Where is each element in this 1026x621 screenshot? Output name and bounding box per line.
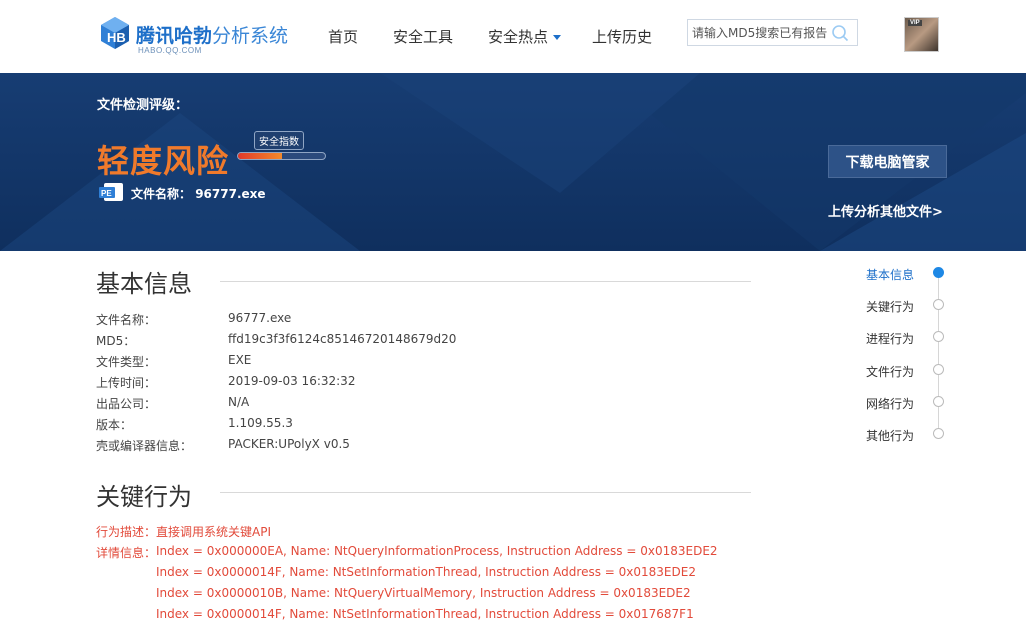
nav-security-tools[interactable]: 安全工具 <box>393 26 453 47</box>
search-icon[interactable] <box>831 24 849 42</box>
pe-file-icon: PE <box>99 183 123 201</box>
svg-text:PE: PE <box>101 189 112 198</box>
md5-search-input[interactable] <box>688 20 828 45</box>
side-nav-dot[interactable] <box>933 299 944 310</box>
side-nav-dot-active[interactable] <box>933 267 944 278</box>
behavior-detail-line: Index = 0x000000EA, Name: NtQueryInforma… <box>156 544 718 558</box>
info-key: 上传时间： <box>96 376 157 390</box>
basic-info-title: 基本信息 <box>96 270 192 298</box>
side-nav-dot[interactable] <box>933 331 944 342</box>
side-nav-key-behavior[interactable]: 关键行为 <box>866 298 914 315</box>
info-value: 96777.exe <box>228 311 292 325</box>
md5-search-box <box>687 19 858 46</box>
behavior-detail-line: Index = 0x0000010B, Name: NtQueryVirtual… <box>156 586 691 600</box>
info-key: MD5： <box>96 334 136 348</box>
safety-index-fill <box>238 153 282 159</box>
info-value: N/A <box>228 395 250 409</box>
vip-badge: VIP <box>908 20 922 26</box>
info-value: ffd19c3f3f6124c85146720148679d20 <box>228 332 457 346</box>
info-value: 2019-09-03 16:32:32 <box>228 374 356 388</box>
info-key: 版本： <box>96 418 133 432</box>
side-nav-track <box>938 272 939 434</box>
nav-security-hotspots-label: 安全热点 <box>488 28 549 46</box>
logo-title-sub: 分析系统 <box>212 25 289 47</box>
risk-level: 轻度风险 <box>97 142 230 180</box>
logo-domain: HABO.QQ.COM <box>138 46 202 55</box>
side-nav-dot[interactable] <box>933 396 944 407</box>
behavior-desc-label: 行为描述： <box>96 525 157 539</box>
user-avatar[interactable]: VIP <box>904 17 939 52</box>
side-nav-file-behavior[interactable]: 文件行为 <box>866 363 914 380</box>
info-key: 文件名称： <box>96 313 157 327</box>
upload-other-file-link[interactable]: 上传分析其他文件> <box>828 201 943 220</box>
nav-security-hotspots[interactable]: 安全热点 <box>488 26 562 47</box>
behavior-desc-value: 直接调用系统关键API <box>156 525 271 539</box>
key-behavior-divider <box>220 492 751 493</box>
download-pc-manager-button[interactable]: 下载电脑管家 <box>828 145 947 178</box>
info-value: EXE <box>228 353 252 367</box>
safety-index-badge: 安全指数 <box>254 131 304 150</box>
info-value: 1.109.55.3 <box>228 416 293 430</box>
behavior-detail-line: Index = 0x0000014F, Name: NtSetInformati… <box>156 565 696 579</box>
info-key: 文件类型： <box>96 355 157 369</box>
safety-index-bar <box>237 152 326 160</box>
nav-upload-history[interactable]: 上传历史 <box>592 26 652 47</box>
nav-home[interactable]: 首页 <box>328 26 358 47</box>
side-nav-process-behavior[interactable]: 进程行为 <box>866 330 914 347</box>
behavior-detail-line: Index = 0x0000014F, Name: NtSetInformati… <box>156 607 694 621</box>
logo-title-main: 腾讯哈勃 <box>136 25 213 47</box>
rating-banner: 文件检测评级： 轻度风险 安全指数 PE 文件名称： 96777.exe 下载电… <box>0 73 1026 251</box>
side-nav-basic-info[interactable]: 基本信息 <box>866 266 914 283</box>
behavior-detail-label: 详情信息： <box>96 546 157 560</box>
chevron-down-icon <box>553 35 562 40</box>
logo-title: 腾讯哈勃分析系统 <box>136 21 288 48</box>
top-header: HB 腾讯哈勃分析系统 HABO.QQ.COM 首页 安全工具 安全热点 上传历… <box>0 0 1026 73</box>
rating-label: 文件检测评级： <box>97 98 189 113</box>
banner-file-name-label: 文件名称： <box>131 187 192 201</box>
habo-logo[interactable]: HB 腾讯哈勃分析系统 HABO.QQ.COM <box>98 14 298 58</box>
banner-file-name-value: 96777.exe <box>195 187 266 201</box>
info-key: 出品公司： <box>96 397 157 411</box>
info-value: PACKER:UPolyX v0.5 <box>228 437 350 451</box>
side-nav-other-behavior[interactable]: 其他行为 <box>866 427 914 444</box>
side-nav-dot[interactable] <box>933 364 944 375</box>
side-nav-network-behavior[interactable]: 网络行为 <box>866 395 914 412</box>
habo-logo-icon: HB <box>101 17 129 49</box>
basic-info-divider <box>220 281 751 282</box>
banner-file-name: 文件名称： 96777.exe <box>131 185 266 202</box>
svg-text:HB: HB <box>107 30 126 45</box>
key-behavior-title: 关键行为 <box>96 483 192 511</box>
info-key: 壳或编译器信息： <box>96 439 193 453</box>
side-nav-dot[interactable] <box>933 428 944 439</box>
